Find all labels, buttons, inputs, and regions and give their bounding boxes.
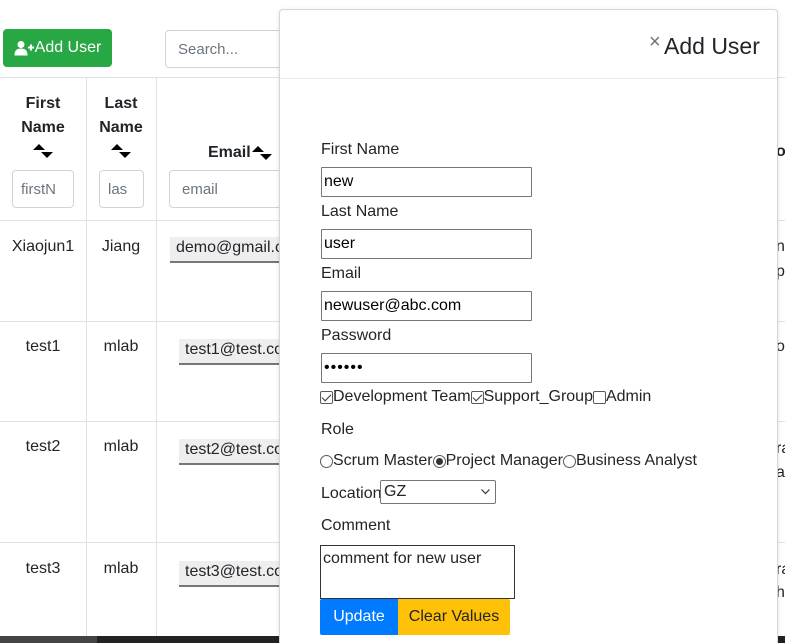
cell-email[interactable]: test3@test.co (179, 561, 282, 587)
first-name-label: First Name (321, 141, 400, 158)
add-user-modal: × Add User First Name Last Name Email Pa… (279, 9, 778, 643)
cell-first-name: test3 (25, 560, 61, 577)
development-team-checkbox[interactable] (320, 390, 333, 404)
sort-icon[interactable] (108, 142, 134, 160)
development-team-label: Development Team (333, 388, 471, 405)
admin-checkbox[interactable] (592, 390, 606, 404)
modal-title: Add User (664, 33, 760, 59)
clear-values-button[interactable]: Clear Values (398, 599, 510, 635)
column-divider (86, 77, 87, 643)
password-label: Password (321, 327, 392, 344)
header-first-name[interactable]: First Name (8, 92, 78, 160)
cell-last-name: mlab (103, 438, 139, 455)
project-manager-radio[interactable] (432, 454, 446, 468)
last-name-label: Last Name (321, 203, 399, 220)
business-analyst-label: Business Analyst (575, 452, 697, 469)
location-value: GZ (384, 483, 407, 500)
location-label: Location (321, 485, 382, 502)
sort-icon[interactable] (30, 142, 56, 160)
email-label: Email (321, 265, 362, 282)
scrum-master-radio[interactable] (320, 454, 333, 468)
email-field[interactable] (321, 291, 532, 321)
modal-header: × Add User (280, 10, 777, 79)
cell-last-name: mlab (103, 560, 139, 577)
comment-label: Comment (321, 517, 391, 534)
admin-label: Admin (605, 388, 652, 405)
update-button[interactable]: Update (320, 599, 398, 635)
cell-email[interactable]: test2@test.co (179, 439, 282, 465)
chevron-down-icon (481, 489, 490, 495)
comment-field[interactable]: comment for new user (320, 545, 515, 599)
group-checkboxes: Development Team Support_Group Admin (320, 387, 651, 407)
search-input[interactable] (165, 30, 295, 68)
first-name-filter[interactable] (12, 170, 74, 208)
cell-first-name: test1 (25, 338, 61, 355)
add-user-label: Add User (34, 39, 102, 56)
support-group-checkbox[interactable] (470, 390, 484, 404)
header-last-name[interactable]: Last Name (88, 92, 154, 160)
column-divider (156, 77, 157, 643)
last-name-field[interactable] (321, 229, 532, 259)
cell-last-name: mlab (103, 338, 139, 355)
cell-email[interactable]: test1@test.co (179, 339, 282, 365)
close-icon[interactable]: × (649, 32, 661, 52)
cell-email[interactable]: demo@gmail.c (170, 237, 282, 263)
user-plus-icon (14, 40, 34, 56)
cell-first-name: test2 (25, 438, 61, 455)
email-filter[interactable] (169, 170, 289, 208)
last-name-filter[interactable] (99, 170, 144, 208)
password-field[interactable] (321, 353, 532, 383)
business-analyst-radio[interactable] (562, 454, 576, 468)
role-radios: Scrum Master Project Manager Business An… (320, 451, 697, 471)
location-select[interactable]: GZ (380, 480, 496, 504)
project-manager-label: Project Manager (445, 452, 563, 469)
add-user-button[interactable]: Add User (3, 29, 112, 67)
cell-last-name: Jiang (101, 238, 141, 255)
cell-first-name: Xiaojun1 (11, 238, 75, 255)
header-email[interactable]: Email (208, 141, 280, 165)
sort-icon[interactable] (251, 144, 277, 162)
support-group-label: Support_Group (483, 388, 593, 405)
scrum-master-label: Scrum Master (333, 452, 433, 469)
first-name-field[interactable] (321, 167, 532, 197)
taskbar-segment (0, 636, 97, 643)
role-label: Role (321, 421, 354, 438)
